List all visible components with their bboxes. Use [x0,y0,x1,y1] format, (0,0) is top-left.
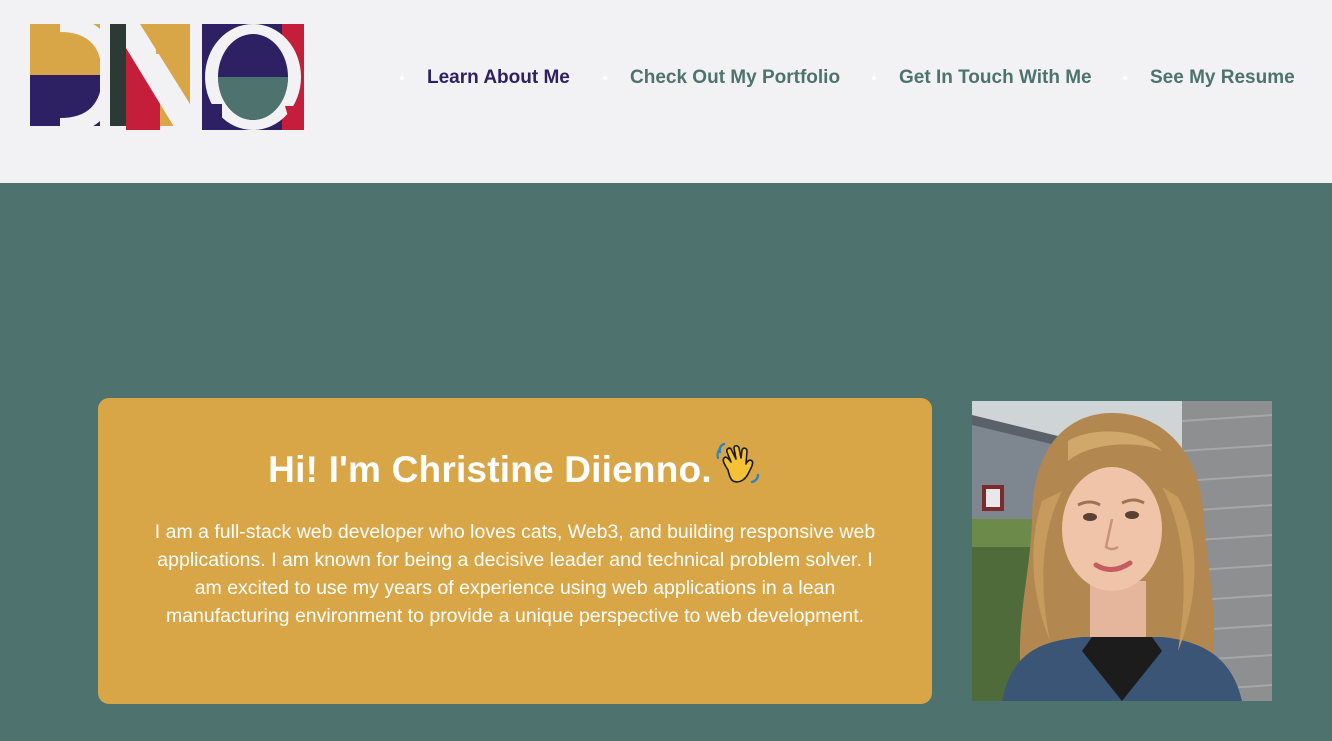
hero-description: I am a full-stack web developer who love… [154,521,876,627]
nav-item-contact[interactable]: Get In Touch With Me [899,60,1092,96]
nav-item-resume[interactable]: See My Resume [1150,60,1295,96]
site-header: Learn About Me Check Out My Portfolio Ge… [0,0,1332,183]
intro-card: Hi! I'm Christine Diienno. I am a full-s… [98,398,932,704]
hero-title-text: Hi! I'm Christine Diienno. [268,449,712,490]
hero-title: Hi! I'm Christine Diienno. [98,442,932,497]
main-nav: Learn About Me Check Out My Portfolio Ge… [0,60,1332,96]
waving-hand-icon [716,442,762,497]
nav-item-learn-about-me[interactable]: Learn About Me [427,60,570,96]
nav-bullet [1123,76,1127,80]
nav-bullet [872,76,876,80]
nav-bullet [400,76,404,80]
nav-item-portfolio[interactable]: Check Out My Portfolio [630,60,840,96]
profile-photo [972,401,1272,701]
nav-bullet [603,76,607,80]
